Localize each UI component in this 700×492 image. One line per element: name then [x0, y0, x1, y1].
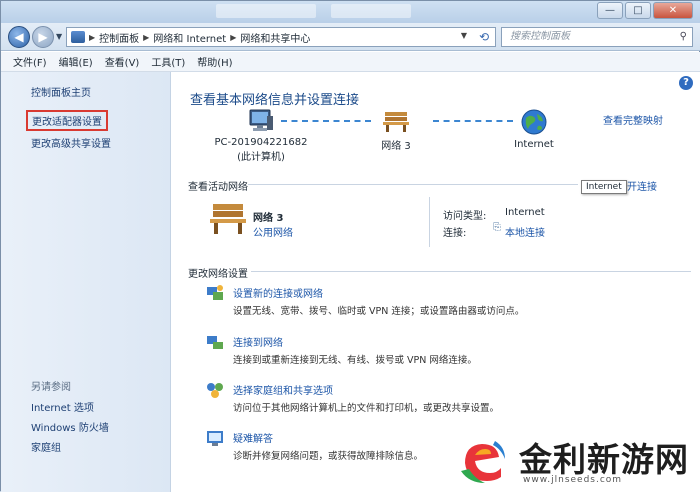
node-computer-label: PC-201904221682: [214, 137, 308, 148]
watermark-url: www.jlnseeds.com: [523, 475, 623, 485]
search-input[interactable]: 搜索控制面板 ⚲: [501, 27, 693, 47]
back-arrow-icon[interactable]: ◀: [8, 26, 30, 48]
homegroup-icon: [207, 383, 223, 398]
task-homegroup-desc: 访问位于其他网络计算机上的文件和打印机，或更改共享设置。: [233, 403, 500, 414]
task-homegroup-link[interactable]: 选择家庭组和共享选项: [233, 382, 333, 397]
help-icon[interactable]: ?: [679, 76, 693, 90]
watermark-text: 金利新游网: [519, 440, 689, 479]
menu-file[interactable]: 文件(F): [13, 54, 47, 69]
bench-icon: [383, 112, 409, 132]
main-content: ? 查看基本网络信息并设置连接 查看完整映射 PC-201904221682 (…: [171, 72, 700, 492]
watermark-logo-icon: [458, 436, 506, 484]
node-internet-label: Internet: [514, 139, 554, 150]
sidebar-windows-firewall[interactable]: Windows 防火墙: [31, 419, 109, 434]
active-networks-heading: 查看活动网络: [188, 182, 248, 193]
sidebar: 控制面板主页 更改适配器设置 更改高级共享设置 另请参阅 Internet 选项…: [1, 72, 171, 492]
chevron-right-icon[interactable]: ▶: [89, 33, 95, 42]
connection-line: [433, 120, 513, 122]
change-settings-heading: 更改网络设置: [188, 269, 248, 280]
network-node-network[interactable]: 网络 3: [366, 108, 426, 152]
see-full-map-link[interactable]: 查看完整映射: [603, 112, 663, 127]
network-sharing-center-window: — □ ✕ ◀ ▶ ▼ ▶ 控制面板 ▶ 网络和 Internet ▶ 网络和共…: [0, 0, 700, 492]
sidebar-homegroup[interactable]: 家庭组: [31, 439, 61, 454]
connection-line: [281, 120, 371, 122]
title-bar-ghost: [216, 4, 316, 18]
title-bar: — □ ✕: [1, 1, 700, 23]
close-button[interactable]: ✕: [653, 2, 693, 19]
search-icon[interactable]: ⚲: [680, 28, 687, 46]
watermark: 金利新游网 www.jlnseeds.com: [449, 431, 700, 492]
task-troubleshoot-link[interactable]: 疑难解答: [233, 430, 273, 445]
active-network-type-link[interactable]: 公用网络: [253, 224, 293, 239]
tooltip: Internet: [581, 180, 627, 194]
task-connect-network-link[interactable]: 连接到网络: [233, 334, 283, 349]
window-controls: — □ ✕: [597, 2, 693, 19]
breadcrumb-network-sharing-center[interactable]: 网络和共享中心: [240, 30, 310, 45]
connect-network-icon: [207, 336, 223, 349]
network-adapter-icon: ⎘: [493, 222, 501, 233]
vertical-divider: [429, 197, 430, 247]
breadcrumb-control-panel[interactable]: 控制面板: [99, 30, 139, 45]
network-node-computer[interactable]: PC-201904221682 (此计算机): [211, 108, 311, 163]
active-network-name: 网络 3: [253, 213, 284, 224]
title-bar-ghost: [331, 4, 411, 18]
refresh-icon[interactable]: ⟲: [479, 30, 489, 44]
control-panel-icon: [71, 31, 85, 43]
sidebar-change-advanced-sharing[interactable]: 更改高级共享设置: [31, 135, 111, 150]
sidebar-control-panel-home[interactable]: 控制面板主页: [31, 84, 91, 99]
chevron-right-icon[interactable]: ▶: [230, 33, 236, 42]
node-network-label: 网络 3: [381, 141, 411, 152]
local-connection-link[interactable]: 本地连接: [505, 224, 545, 239]
page-title: 查看基本网络信息并设置连接: [190, 93, 360, 108]
bench-icon: [210, 204, 246, 234]
address-bar[interactable]: ▶ 控制面板 ▶ 网络和 Internet ▶ 网络和共享中心 ▼ ⟲: [66, 27, 496, 47]
new-connection-icon: [207, 285, 223, 300]
menu-tools[interactable]: 工具(T): [151, 54, 185, 69]
navigation-bar: ◀ ▶ ▼ ▶ 控制面板 ▶ 网络和 Internet ▶ 网络和共享中心 ▼ …: [1, 23, 700, 51]
network-node-internet[interactable]: Internet: [504, 108, 564, 150]
section-divider: [248, 184, 578, 185]
minimize-button[interactable]: —: [597, 2, 623, 19]
access-type-label: 访问类型:: [443, 211, 487, 222]
connections-label: 连接:: [443, 228, 467, 239]
menu-edit[interactable]: 编辑(E): [59, 54, 93, 69]
see-also-heading: 另请参阅: [31, 382, 71, 393]
sidebar-internet-options[interactable]: Internet 选项: [31, 399, 94, 414]
task-connect-network-desc: 连接到或重新连接到无线、有线、拨号或 VPN 网络连接。: [233, 355, 477, 366]
access-type-value: Internet: [505, 207, 545, 218]
globe-icon: [521, 109, 547, 135]
task-setup-connection-link[interactable]: 设置新的连接或网络: [233, 285, 323, 300]
computer-icon: [249, 109, 273, 131]
menu-help[interactable]: 帮助(H): [197, 54, 232, 69]
sidebar-change-adapter-settings[interactable]: 更改适配器设置: [26, 110, 108, 131]
section-divider: [251, 271, 691, 272]
forward-arrow-icon[interactable]: ▶: [32, 26, 54, 48]
task-setup-connection-desc: 设置无线、宽带、拨号、临时或 VPN 连接；或设置路由器或访问点。: [233, 306, 525, 317]
menu-bar: 文件(F) 编辑(E) 查看(V) 工具(T) 帮助(H): [1, 52, 700, 72]
chevron-right-icon[interactable]: ▶: [143, 33, 149, 42]
search-placeholder: 搜索控制面板: [510, 31, 570, 42]
recent-pages-dropdown-icon[interactable]: ▼: [56, 32, 62, 41]
task-troubleshoot-desc: 诊断并修复网络问题，或获得故障排除信息。: [233, 451, 424, 462]
node-computer-sublabel: (此计算机): [237, 152, 285, 163]
breadcrumb-network-internet[interactable]: 网络和 Internet: [153, 30, 226, 45]
menu-view[interactable]: 查看(V): [105, 54, 140, 69]
maximize-button[interactable]: □: [625, 2, 651, 19]
troubleshoot-icon: [207, 431, 223, 446]
chevron-down-icon[interactable]: ▼: [461, 31, 467, 40]
